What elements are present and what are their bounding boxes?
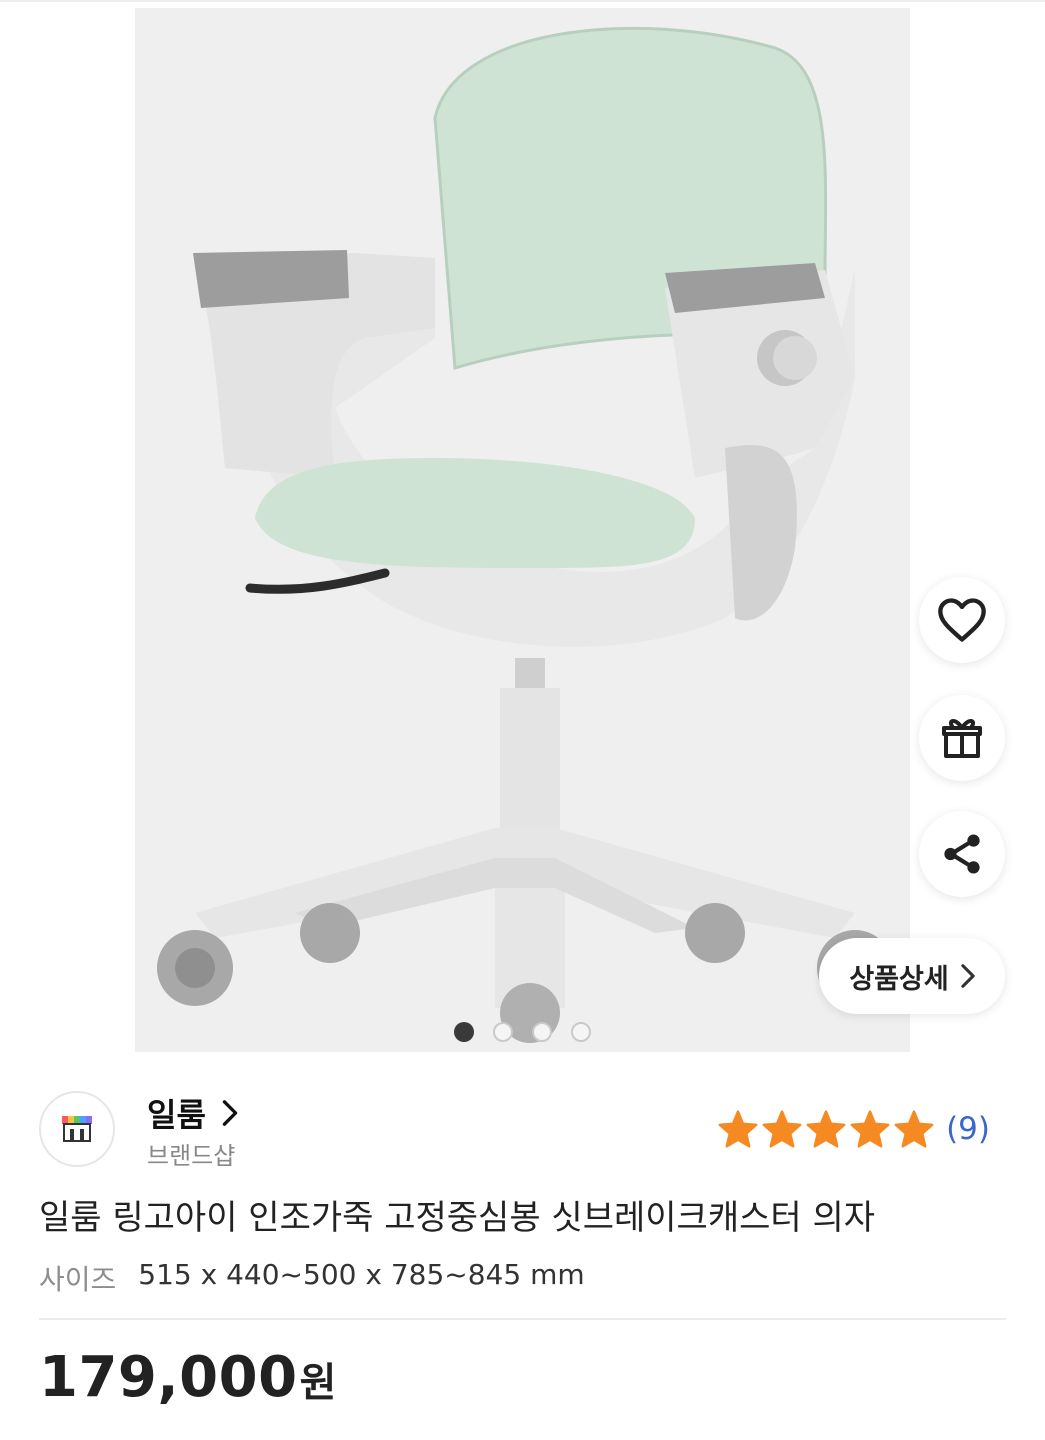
size-value: 515 x 440~500 x 785~845 mm bbox=[138, 1258, 585, 1291]
carousel-dot-4[interactable] bbox=[571, 1022, 591, 1042]
price-value: 179,000 bbox=[39, 1345, 298, 1410]
heart-icon bbox=[938, 598, 986, 642]
carousel-indicator bbox=[0, 1022, 1045, 1044]
size-label: 사이즈 bbox=[39, 1263, 117, 1296]
divider bbox=[39, 1318, 1006, 1320]
wishlist-button[interactable] bbox=[919, 577, 1005, 663]
star-icon bbox=[894, 1110, 934, 1148]
product-title: 일룸 링고아이 인조가죽 고정중심봉 싯브레이크캐스터 의자 bbox=[39, 1198, 876, 1238]
brand-link[interactable]: 일룸 bbox=[147, 1090, 238, 1136]
chevron-right-icon bbox=[222, 1100, 238, 1126]
star-icon bbox=[806, 1110, 846, 1148]
gift-button[interactable] bbox=[919, 695, 1005, 781]
price: 179,000 원 bbox=[39, 1345, 336, 1410]
star-icon bbox=[718, 1110, 758, 1148]
share-button[interactable] bbox=[919, 811, 1005, 897]
carousel-dot-2[interactable] bbox=[493, 1022, 513, 1042]
product-detail-button[interactable]: 상품상세 bbox=[819, 938, 1005, 1014]
brand-logo[interactable] bbox=[39, 1091, 115, 1167]
star-icon bbox=[850, 1110, 890, 1148]
rating[interactable]: (9) bbox=[718, 1110, 990, 1148]
carousel-dot-1[interactable] bbox=[454, 1022, 474, 1042]
product-detail-label: 상품상세 bbox=[849, 963, 949, 995]
price-unit: 원 bbox=[299, 1360, 337, 1406]
review-count[interactable]: (9) bbox=[946, 1111, 990, 1147]
gift-icon bbox=[942, 719, 982, 758]
star-icon bbox=[762, 1110, 802, 1148]
product-image[interactable] bbox=[135, 8, 910, 1052]
chevron-right-icon bbox=[961, 964, 975, 988]
carousel-dot-3[interactable] bbox=[532, 1022, 552, 1042]
store-icon bbox=[62, 1116, 92, 1142]
top-divider bbox=[0, 0, 1045, 2]
size-row: 사이즈 515 x 440~500 x 785~845 mm bbox=[39, 1258, 585, 1298]
brand-subtitle: 브랜드샵 bbox=[147, 1142, 236, 1170]
brand-name: 일룸 bbox=[147, 1096, 206, 1134]
share-icon bbox=[944, 834, 980, 874]
